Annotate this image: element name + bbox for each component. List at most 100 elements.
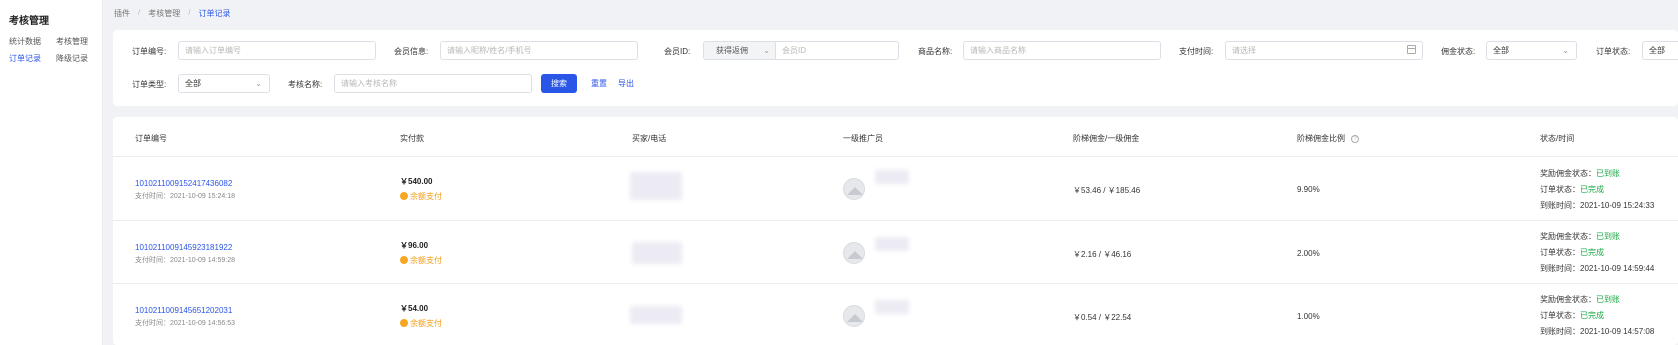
member-info-input[interactable]: 请输入昵称/姓名/手机号 xyxy=(440,41,638,60)
sidebar-item-orders[interactable]: 订单记录 xyxy=(9,53,41,64)
amount-value: ￥540.00 xyxy=(400,177,433,186)
reward-status: 奖励佣金状态：已到账 xyxy=(1540,294,1620,305)
column-header-commission: 阶梯佣金/一级佣金 xyxy=(1073,134,1140,143)
reward-status-label: 奖励佣金状态： xyxy=(1540,295,1596,304)
pay-time-picker[interactable]: 请选择 xyxy=(1225,41,1423,60)
order-status-label: 订单状态: xyxy=(1596,47,1631,56)
order-status-label: 订单状态： xyxy=(1540,311,1580,320)
arrive-time-value: 2021-10-09 14:57:08 xyxy=(1580,327,1655,336)
chevron-down-icon: ⌄ xyxy=(255,79,262,88)
commission-status-select[interactable]: 全部 ⌄ xyxy=(1486,41,1577,60)
order-no-link[interactable]: 101021100915241743608​2 xyxy=(135,179,232,188)
order-status-value: 已完成 xyxy=(1580,311,1604,320)
order-no-link[interactable]: 101021100914565120203​1 xyxy=(135,306,232,315)
promoter-avatar xyxy=(843,242,865,264)
arrive-time: 到账时间：2021-10-09 14:57:08 xyxy=(1540,326,1654,337)
reward-status-value: 已到账 xyxy=(1596,295,1620,304)
order-status-value: 全部 xyxy=(1649,46,1665,55)
order-status-label: 订单状态： xyxy=(1540,248,1580,257)
commission-status-value: 全部 xyxy=(1493,46,1509,55)
product-name-input[interactable]: 请输入商品名称 xyxy=(963,41,1161,60)
sidebar-title: 考核管理 xyxy=(9,16,49,27)
coin-icon xyxy=(400,192,408,200)
commission-ratio: 9.90% xyxy=(1297,185,1320,194)
sidebar-item-stats[interactable]: 统计数据 xyxy=(9,36,41,47)
order-pay-time: 支付时间：2021-10-09 14:56:53 xyxy=(135,318,235,328)
commission-value: ￥53.46 / ￥185.46 xyxy=(1073,186,1141,195)
amount-value: ￥96.00 xyxy=(400,241,429,250)
breadcrumb: 插件 / 考核管理 / 订单记录 xyxy=(114,8,230,19)
order-status-value: 已完成 xyxy=(1580,248,1604,257)
order-type-label: 订单类型: xyxy=(132,80,167,89)
info-icon[interactable]: ? xyxy=(1351,134,1359,143)
pay-time-label: 支付时间： xyxy=(135,193,170,200)
arrive-time-value: 2021-10-09 14:59:44 xyxy=(1580,264,1655,273)
column-header-status: 状态/时间 xyxy=(1540,134,1575,143)
arrive-time-value: 2021-10-09 15:24:33 xyxy=(1580,201,1655,210)
amount-value: ￥54.00 xyxy=(400,304,429,313)
sidebar-item-assess[interactable]: 考核管理 xyxy=(56,36,88,47)
column-header-amount: 实付款 xyxy=(400,134,424,143)
pay-type: 余额支付 xyxy=(400,255,442,266)
assess-name-label: 考核名称: xyxy=(288,80,323,89)
export-button[interactable]: 导出 xyxy=(618,74,634,93)
buyer-info-redacted xyxy=(630,306,682,324)
pay-time-value: 2021-10-09 14:56:53 xyxy=(170,320,235,327)
column-header-promoter: 一级推广员 xyxy=(843,134,883,143)
promoter-avatar xyxy=(843,305,865,327)
breadcrumb-assess[interactable]: 考核管理 xyxy=(148,8,180,19)
breadcrumb-separator: / xyxy=(188,8,191,17)
member-id-input[interactable]: 会员ID xyxy=(775,41,899,60)
assess-name-input[interactable]: 请输入考核名称 xyxy=(334,74,532,93)
chevron-down-icon: ⌄ xyxy=(763,46,770,55)
promoter-avatar xyxy=(843,178,865,200)
pay-type-label: 余额支付 xyxy=(410,319,442,328)
pay-time-label: 支付时间: xyxy=(1179,47,1214,56)
sidebar: 考核管理 统计数据 考核管理 订单记录 降级记录 xyxy=(0,0,103,345)
buyer-info-redacted xyxy=(632,242,682,264)
order-status: 订单状态：已完成 xyxy=(1540,247,1604,258)
breadcrumb-separator: / xyxy=(138,8,141,17)
pay-type: 余额支付 xyxy=(400,191,442,202)
member-id-label: 会员ID: xyxy=(664,47,691,56)
pay-time-placeholder: 请选择 xyxy=(1232,46,1256,55)
order-status-select[interactable]: 全部 xyxy=(1642,41,1678,60)
breadcrumb-current: 订单记录 xyxy=(198,9,231,18)
column-header-ratio: 阶梯佣金比例? xyxy=(1297,133,1359,144)
order-pay-time: 支付时间：2021-10-09 14:59:28 xyxy=(135,255,235,265)
pay-time-value: 2021-10-09 14:59:28 xyxy=(170,257,235,264)
pay-type: 余额支付 xyxy=(400,318,442,329)
order-status: 订单状态：已完成 xyxy=(1540,310,1604,321)
coin-icon xyxy=(400,256,408,264)
order-no-input[interactable]: 请输入订单编号 xyxy=(178,41,376,60)
order-status-value: 已完成 xyxy=(1580,185,1604,194)
column-header-order-no: 订单编号 xyxy=(135,134,167,143)
arrive-time-label: 到账时间： xyxy=(1540,327,1580,336)
order-type-select[interactable]: 全部 ⌄ xyxy=(178,74,270,93)
calendar-icon xyxy=(1407,45,1416,54)
reward-status-label: 奖励佣金状态： xyxy=(1540,232,1596,241)
member-id-type-select[interactable]: 获得返佣 ⌄ xyxy=(703,41,776,60)
reward-status-label: 奖励佣金状态： xyxy=(1540,169,1596,178)
chevron-down-icon: ⌄ xyxy=(1562,46,1569,55)
order-no-link[interactable]: 101021100914592318192​2 xyxy=(135,243,232,252)
arrive-time: 到账时间：2021-10-09 14:59:44 xyxy=(1540,263,1654,274)
breadcrumb-plugins[interactable]: 插件 xyxy=(114,8,130,19)
promoter-name-redacted xyxy=(875,300,909,314)
arrive-time-label: 到账时间： xyxy=(1540,264,1580,273)
search-button[interactable]: 搜索 xyxy=(541,74,577,93)
reward-status-value: 已到账 xyxy=(1596,169,1620,178)
column-header-buyer: 买家/电话 xyxy=(632,134,667,143)
row-divider xyxy=(113,283,1678,284)
reward-status-value: 已到账 xyxy=(1596,232,1620,241)
reset-button[interactable]: 重置 xyxy=(591,74,607,93)
sidebar-item-downgrade[interactable]: 降级记录 xyxy=(56,53,88,64)
member-info-label: 会员信息: xyxy=(394,47,429,56)
arrive-time: 到账时间：2021-10-09 15:24:33 xyxy=(1540,200,1654,211)
order-status: 订单状态：已完成 xyxy=(1540,184,1604,195)
commission-ratio: 2.00% xyxy=(1297,249,1320,258)
row-divider xyxy=(113,156,1678,157)
commission-value: ￥0.54 / ￥22.54 xyxy=(1073,313,1132,322)
product-name-label: 商品名称: xyxy=(918,47,953,56)
buyer-info-redacted xyxy=(630,172,682,200)
